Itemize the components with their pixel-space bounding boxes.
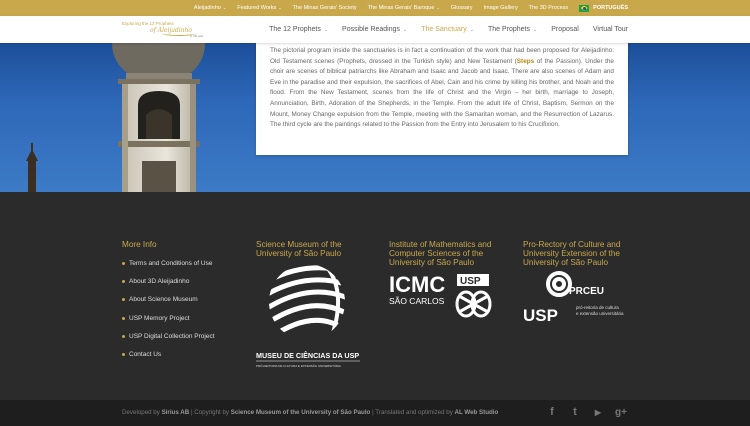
chevron-down-icon: ⌄ [533, 27, 538, 33]
prceu-title: Pro-Rectory of Culture and University Ex… [523, 240, 621, 267]
icmc-logo[interactable]: ICMC USP SÃO CARLOS [389, 270, 504, 326]
nav-item-virtual-tour[interactable]: Virtual Tour [593, 26, 628, 33]
logo-line-1: Exploring the 12 Prophets [122, 21, 174, 26]
header: Exploring the 12 Prophets of Aleijadinho… [0, 16, 750, 43]
topbar-item-featured-works[interactable]: Featured Works ⌄ [237, 5, 281, 11]
language-switch[interactable]: PORTUGUÊS [579, 4, 628, 12]
nav-item-12-prophets[interactable]: The 12 Prophets ⌄ [269, 26, 328, 33]
nav-item-prophets[interactable]: The Prophets ⌄ [488, 26, 537, 33]
icmc-knot-icon [455, 290, 492, 318]
language-label: PORTUGUÊS [593, 5, 628, 11]
prceu-logo-text: PRCEU [569, 286, 604, 297]
footer-link-terms[interactable]: Terms and Conditions of Use [122, 254, 215, 272]
prceu-logo[interactable]: PRCEU USP pró-reitoria de cultura e exte… [523, 271, 638, 329]
topbar-item-glossary[interactable]: Glossary [451, 5, 473, 11]
facebook-icon[interactable]: f [545, 405, 559, 419]
icmc-title: Institute of Mathematics and Computer Sc… [389, 240, 492, 267]
chevron-down-icon: ⌄ [323, 27, 329, 33]
developer-link[interactable]: Sirius AB [162, 409, 190, 416]
twitter-icon[interactable]: t [568, 405, 582, 419]
top-bar: Aleijadinho ⌄ Featured Works ⌄ The Minas G… [0, 0, 750, 16]
chevron-down-icon: ⌄ [403, 27, 408, 33]
social-links: f t ▶ g+ [536, 405, 628, 419]
topbar-item-aleijadinho[interactable]: Aleijadinho ⌄ [194, 5, 226, 11]
site-logo[interactable]: Exploring the 12 Prophets of Aleijadinho… [122, 21, 204, 39]
prceu-subtext-2: e extensão universitária [576, 311, 624, 316]
logo-line-3: in 3D web [190, 34, 204, 38]
copyright-owner-link[interactable]: Science Museum of the University of São … [231, 409, 371, 416]
topbar-item-minas-society[interactable]: The Minas Gerais' Society [293, 5, 357, 11]
content-card: The pictorial program inside the sanctua… [256, 43, 628, 155]
translator-link[interactable]: AL Web Studio [455, 409, 499, 416]
topbar-item-minas-baroque[interactable]: The Minas Gerais' Baroque ⌄ [368, 5, 440, 11]
chevron-down-icon: ⌄ [278, 5, 282, 10]
chevron-down-icon: ⌄ [469, 27, 474, 33]
credits: Developed by Sirius AB | Copyright by Sc… [122, 409, 499, 416]
footer: More Info Terms and Conditions of Use Ab… [0, 192, 750, 400]
footer-link-usp-memory[interactable]: USP Memory Project [122, 309, 215, 327]
brazil-flag-icon [579, 4, 590, 12]
sanctuary-paragraph: The pictorial program inside the sanctua… [270, 47, 614, 129]
globe-icon [269, 264, 345, 340]
icmc-usp-text: USP [460, 276, 481, 287]
footer-more-info: More Info Terms and Conditions of Use Ab… [122, 240, 215, 364]
steps-link[interactable]: Steps [517, 58, 534, 65]
prceu-subtext-1: pró-reitoria de cultura [576, 305, 619, 310]
chevron-down-icon: ⌄ [436, 5, 440, 10]
nav-item-proposal[interactable]: Proposal [551, 26, 579, 33]
footer-link-contact[interactable]: Contact Us [122, 345, 215, 363]
topbar-item-image-gallery[interactable]: Image Gallery [483, 5, 517, 11]
main-nav: The 12 Prophets ⌄ Possible Readings ⌄ The … [255, 16, 628, 43]
bottom-bar: Developed by Sirius AB | Copyright by Sc… [0, 400, 750, 426]
prceu-rings-icon [546, 271, 572, 297]
nav-item-sanctuary[interactable]: The Sanctuary ⌄ [421, 26, 474, 33]
museum-title: Science Museum of the University of São … [256, 240, 342, 258]
footer-link-usp-digital[interactable]: USP Digital Collection Project [122, 327, 215, 345]
youtube-icon[interactable]: ▶ [591, 405, 605, 419]
museum-logo[interactable]: MUSEU DE CIÊNCIAS DA USP PRÓ-REITORIA DE… [256, 262, 366, 370]
footer-link-about-museum[interactable]: About Science Museum [122, 291, 215, 309]
museum-logo-text: MUSEU DE CIÊNCIAS DA USP [256, 351, 359, 360]
footer-prceu: Pro-Rectory of Culture and University Ex… [523, 240, 638, 334]
nav-item-possible-readings[interactable]: Possible Readings ⌄ [342, 26, 407, 33]
icmc-logo-text: ICMC [389, 272, 445, 297]
icmc-sao-carlos-text: SÃO CARLOS [389, 296, 445, 306]
chevron-down-icon: ⌄ [222, 5, 227, 10]
footer-museum: Science Museum of the University of São … [256, 240, 366, 375]
more-info-title: More Info [122, 240, 157, 249]
museum-logo-subtext: PRÓ-REITORIA DE CULTURA E EXTENSÃO UNIVE… [256, 363, 341, 368]
footer-link-about-3d[interactable]: About 3D Aleijadinho [122, 272, 215, 290]
prceu-usp-text: USP [523, 306, 558, 325]
google-plus-icon[interactable]: g+ [614, 405, 628, 419]
topbar-item-3d-process[interactable]: The 3D Process [529, 5, 568, 11]
footer-icmc: Institute of Mathematics and Computer Sc… [389, 240, 504, 331]
church-tower-image [26, 43, 205, 192]
